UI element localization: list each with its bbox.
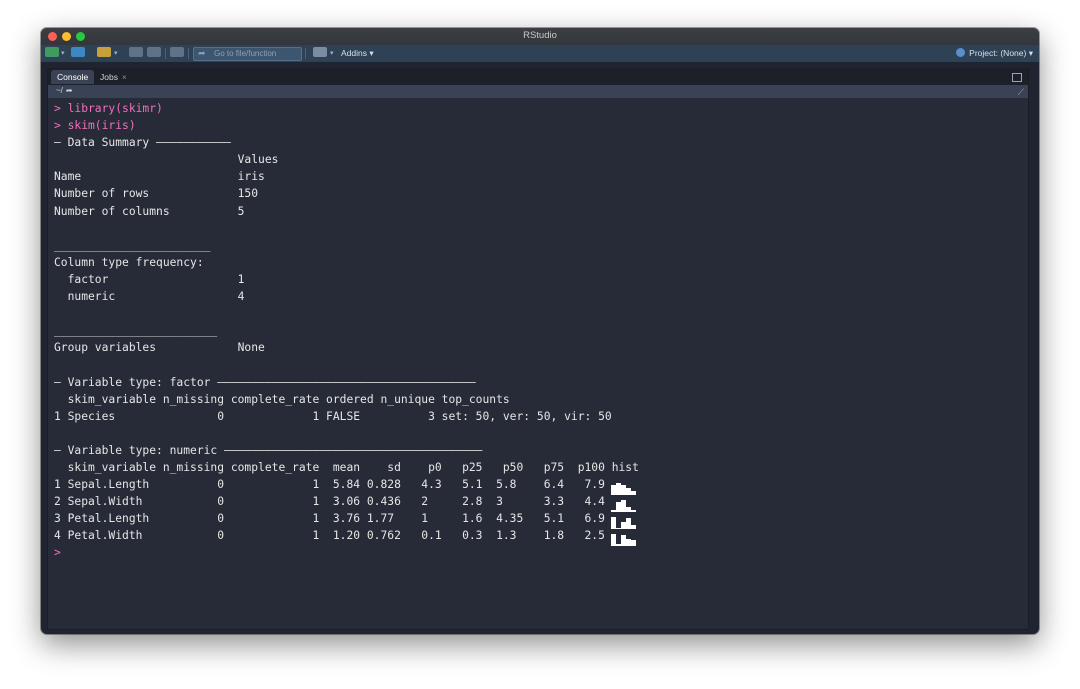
working-directory[interactable]: ~/➦ [56, 86, 73, 95]
new-project-icon[interactable] [71, 47, 85, 57]
divider-line: ________________________ [54, 324, 218, 338]
toolbar-divider [305, 48, 306, 59]
main-toolbar: ▾ ▾ ➦ Go to file/function ▾ Addins ▾ Pro… [41, 45, 1039, 63]
path-text: ~/ [56, 86, 63, 95]
chevron-down-icon[interactable]: ▾ [330, 49, 334, 57]
console-pane: Console Jobs × ~/➦ ⟋ > library(skimr) > s… [47, 68, 1029, 630]
group-variables-row: Group variables None [54, 341, 265, 355]
maximize-pane-icon[interactable] [1012, 73, 1022, 82]
new-file-icon[interactable] [45, 47, 59, 57]
column-type-frequency-label: Column type frequency: [54, 255, 204, 269]
window-title: RStudio [523, 30, 557, 41]
project-icon [956, 48, 966, 57]
frequency-row: factor 1 [54, 272, 245, 286]
addins-label: Addins [341, 48, 367, 58]
factor-column-headers: skim_variable n_missing complete_rate or… [54, 392, 510, 406]
numeric-row: 4 Petal.Width 0 1 1.20 0.762 0.1 0.3 1.3… [54, 529, 605, 543]
console-command: > skim(iris) [54, 119, 136, 133]
numeric-row: 2 Sepal.Width 0 1 3.06 0.436 2 2.8 3 3.3… [54, 495, 605, 509]
save-icon[interactable] [129, 47, 143, 57]
working-directory-bar: ~/➦ ⟋ [48, 85, 1028, 98]
summary-row: Number of rows 150 [54, 187, 259, 201]
go-to-directory-icon: ➦ [65, 86, 73, 95]
histogram-bar [620, 500, 626, 513]
numeric-column-headers: skim_variable n_missing complete_rate me… [54, 460, 639, 474]
divider-line: _______________________ [54, 238, 211, 252]
go-to-file-input[interactable]: ➦ Go to file/function [193, 47, 302, 61]
go-to-placeholder: Go to file/function [214, 49, 277, 58]
numeric-row: 3 Petal.Length 0 1 3.76 1.77 1 1.6 4.35 … [54, 512, 605, 526]
console-output[interactable]: > library(skimr) > skim(iris) — Data Sum… [54, 100, 1022, 625]
grid-layout-icon[interactable] [313, 47, 327, 57]
numeric-section-header: — Variable type: numeric ———————————————… [54, 443, 483, 457]
chevron-down-icon[interactable]: ▾ [114, 49, 118, 57]
chevron-down-icon[interactable]: ▾ [61, 49, 65, 57]
histogram-sparkline [610, 529, 636, 547]
tab-console-label: Console [57, 72, 89, 82]
toolbar-divider [165, 48, 166, 59]
numeric-row: 1 Sepal.Length 0 1 5.84 0.828 4.3 5.1 5.… [54, 478, 605, 492]
histogram-bar [625, 518, 631, 530]
histogram-sparkline [610, 512, 636, 530]
frequency-row: numeric 4 [54, 290, 245, 304]
save-all-icon[interactable] [147, 47, 161, 57]
project-menu[interactable]: Project: (None) ▾ [956, 48, 1033, 59]
pane-tab-strip: Console Jobs × [48, 69, 1028, 85]
factor-row: 1 Species 0 1 FALSE 3 set: 50, ver: 50, … [54, 409, 612, 423]
clear-console-icon[interactable]: ⟋ [1018, 87, 1024, 98]
console-command: > library(skimr) [54, 102, 163, 115]
tab-jobs-label: Jobs [100, 72, 118, 82]
histogram-sparkline [610, 495, 636, 513]
open-file-icon[interactable] [97, 47, 111, 57]
histogram-bar [630, 540, 636, 547]
tab-jobs[interactable]: Jobs × [94, 70, 133, 84]
go-to-arrow-icon: ➦ [198, 48, 206, 58]
histogram-bar [610, 517, 616, 530]
summary-row: Number of columns 5 [54, 204, 245, 218]
addins-menu[interactable]: Addins ▾ [341, 48, 374, 59]
console-prompt[interactable]: > [54, 546, 61, 559]
chevron-down-icon: ▾ [369, 48, 374, 58]
close-tab-icon[interactable]: × [122, 73, 127, 82]
title-bar: RStudio [41, 28, 1039, 45]
project-label: Project: (None) [969, 48, 1027, 58]
values-header: Values [54, 153, 279, 167]
print-icon[interactable] [170, 47, 184, 57]
summary-row: Name iris [54, 170, 265, 184]
toolbar-divider [188, 48, 189, 59]
tab-console[interactable]: Console [51, 70, 95, 84]
factor-section-header: — Variable type: factor ————————————————… [54, 375, 476, 389]
chevron-down-icon: ▾ [1028, 48, 1033, 58]
histogram-sparkline [610, 478, 636, 496]
rstudio-window: RStudio ▾ ▾ ➦ Go to file/function ▾ Addi… [41, 28, 1039, 634]
data-summary-header: — Data Summary ——————————— [54, 136, 231, 150]
